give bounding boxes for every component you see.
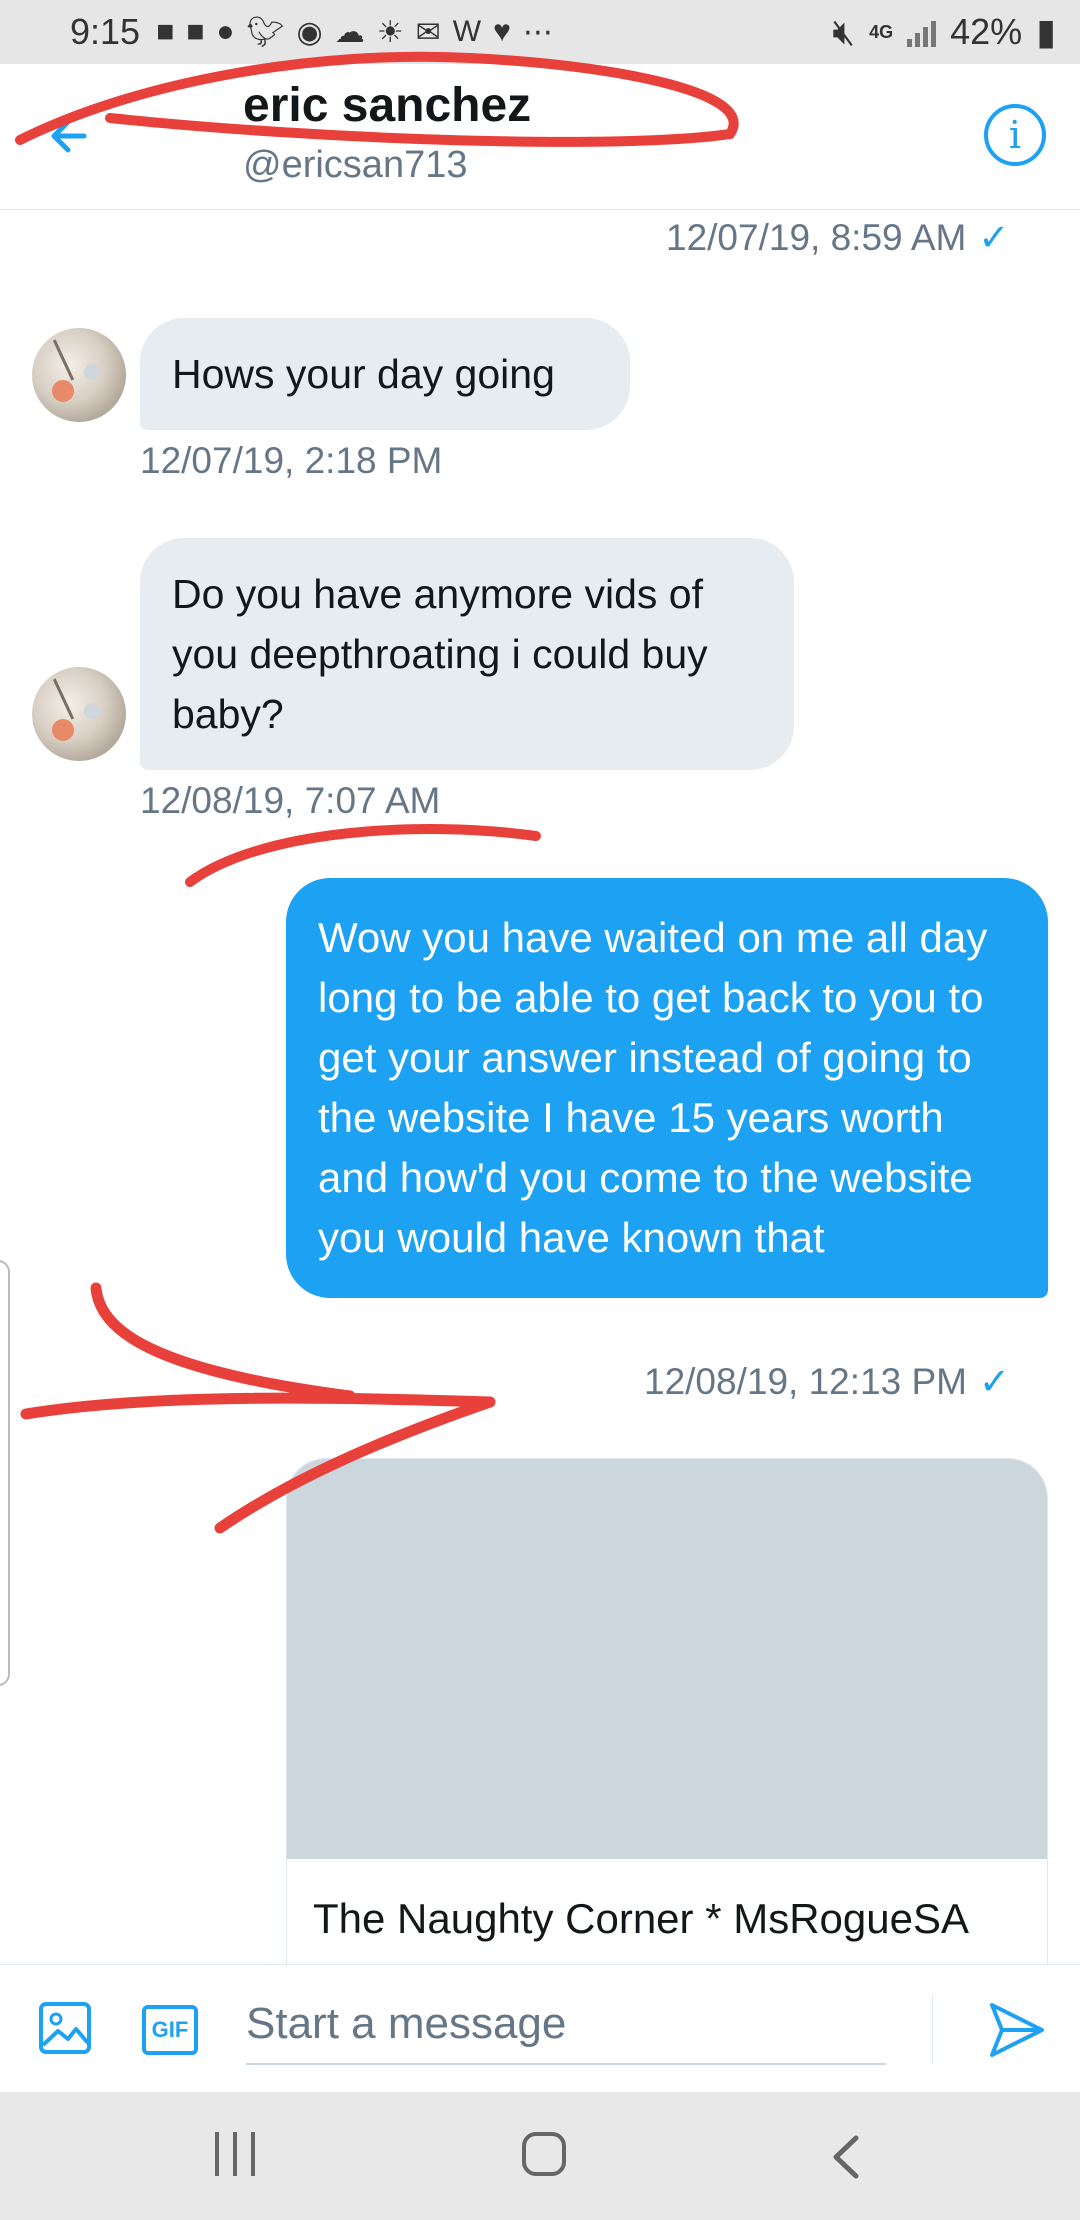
- link-preview-card[interactable]: The Naughty Corner * MsRogueSA msroguesf…: [286, 1458, 1048, 1978]
- message-input[interactable]: [246, 1985, 886, 2065]
- compose-divider: [932, 1995, 933, 2065]
- outlook-icon: ✉: [415, 15, 441, 49]
- cloud-icon: ☁: [334, 15, 365, 49]
- more-icon: ⋯: [522, 15, 553, 49]
- video-icon: ■: [186, 15, 205, 48]
- home-button[interactable]: [522, 2132, 566, 2176]
- read-check-icon: ✓: [978, 217, 1010, 258]
- message-text: Hows your day going: [172, 351, 555, 397]
- network-type: 4G: [869, 22, 894, 42]
- status-time: 9:15: [70, 11, 141, 52]
- chevron-left-icon: [833, 2135, 859, 2179]
- contact-handle[interactable]: @ericsan713: [243, 144, 467, 187]
- timestamp-text: 12/07/19, 2:18 PM: [140, 440, 443, 481]
- twitter-icon: 🐦︎: [246, 15, 285, 49]
- recents-button[interactable]: [215, 2132, 255, 2182]
- nav-back-button[interactable]: [826, 2132, 886, 2182]
- reddit-icon: ●: [216, 15, 235, 48]
- messenger-icon: ◉: [296, 15, 323, 49]
- message-bubble-outgoing[interactable]: Wow you have waited on me all day long t…: [286, 878, 1048, 1298]
- back-button[interactable]: [40, 106, 100, 166]
- send-icon: [990, 2003, 1044, 2057]
- send-button[interactable]: [986, 1999, 1048, 2061]
- status-bar: 9:15 ■ ■ ● 🐦︎ ◉ ☁ ☀ ✉ W ♥ ⋯ 🔇︎ 4G 42% ▮: [0, 0, 1080, 64]
- link-preview-image[interactable]: [287, 1459, 1047, 1859]
- message-timestamp: 12/08/19, 7:07 AM: [140, 780, 440, 822]
- message-bubble-incoming[interactable]: Do you have anymore vids of you deepthro…: [140, 538, 794, 770]
- timestamp-text: 12/08/19, 12:13 PM: [644, 1361, 967, 1402]
- contact-name[interactable]: eric sanchez: [243, 78, 531, 133]
- gif-button[interactable]: GIF: [142, 2005, 198, 2055]
- link-preview-title: The Naughty Corner * MsRogueSA: [313, 1895, 969, 1942]
- heart-icon: ♥: [493, 15, 511, 48]
- conversation-header: eric sanchez @ericsan713 i: [0, 64, 1080, 210]
- add-photo-button[interactable]: [38, 2001, 92, 2055]
- message-timestamp: 12/07/19, 8:59 AM ✓: [666, 216, 1009, 259]
- compose-bar: GIF: [0, 1964, 1080, 2092]
- read-check-icon: ✓: [978, 1361, 1010, 1402]
- image-icon: [39, 2002, 91, 2054]
- notification-icons: ■ ■ ● 🐦︎ ◉ ☁ ☀ ✉ W ♥ ⋯: [156, 15, 553, 50]
- signal-icon: [907, 17, 937, 47]
- info-icon: i: [1008, 113, 1022, 157]
- system-navigation-bar: [0, 2092, 1080, 2220]
- avatar[interactable]: [32, 667, 126, 761]
- battery-level: 42%: [950, 11, 1023, 52]
- w-icon: W: [452, 15, 482, 48]
- message-bubble-incoming[interactable]: Hows your day going: [140, 318, 630, 430]
- message-timestamp: 12/08/19, 12:13 PM ✓: [644, 1360, 1010, 1403]
- message-text: Wow you have waited on me all day long t…: [318, 914, 988, 1261]
- edge-panel-handle[interactable]: [0, 1260, 10, 1686]
- weather-icon: ☀: [376, 15, 404, 49]
- message-text: Do you have anymore vids of you deepthro…: [172, 571, 708, 737]
- battery-icon: ▮: [1036, 11, 1056, 52]
- avatar[interactable]: [32, 328, 126, 422]
- info-button[interactable]: i: [984, 104, 1046, 166]
- timestamp-text: 12/08/19, 7:07 AM: [140, 780, 441, 821]
- back-arrow-icon: [51, 119, 87, 153]
- mute-icon: 🔇︎: [832, 10, 856, 52]
- video-icon: ■: [156, 15, 175, 48]
- message-timestamp: 12/07/19, 2:18 PM: [140, 440, 442, 482]
- timestamp-text: 12/07/19, 8:59 AM: [666, 217, 967, 258]
